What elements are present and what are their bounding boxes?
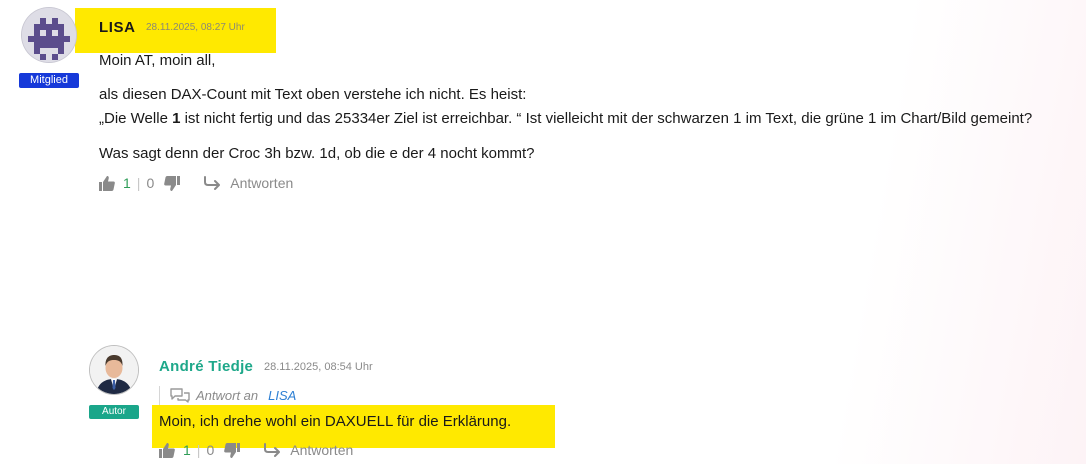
- comment-date: 28.11.2025, 08:27 Uhr: [146, 22, 245, 33]
- author-badge: Autor: [89, 405, 139, 419]
- reply-text: Moin, ich drehe wohl ein DAXUELL für die…: [159, 413, 512, 430]
- quote-text: „Die Welle: [99, 110, 173, 127]
- member-badge: Mitglied: [19, 73, 79, 88]
- reply-label: Antworten: [230, 175, 294, 191]
- reply-arrow-icon: [264, 443, 281, 457]
- comment-line: als diesen DAX-Count mit Text oben verst…: [99, 86, 527, 103]
- downvote-count: 0: [146, 175, 155, 191]
- reply-author[interactable]: André Tiedje: [159, 358, 253, 375]
- reply-to-user-link[interactable]: LISA: [268, 388, 296, 403]
- comment-question: Was sagt denn der Croc 3h bzw. 1d, ob di…: [99, 145, 535, 162]
- avatar[interactable]: [22, 8, 76, 62]
- comment-quote: „Die Welle 1 ist nicht fertig und das 25…: [99, 110, 1032, 127]
- thumbs-up-icon[interactable]: [99, 175, 115, 191]
- comment-greeting: Moin AT, moin all,: [99, 52, 216, 69]
- downvote-count: 0: [206, 442, 215, 458]
- vote-divider: |: [196, 442, 201, 458]
- vote-divider: |: [136, 175, 141, 191]
- reply-label: Antworten: [290, 442, 354, 458]
- chat-bubbles-icon: [170, 388, 190, 403]
- comment-author[interactable]: LISA: [99, 19, 136, 36]
- thumbs-down-icon[interactable]: [164, 175, 181, 191]
- quote-text: ist nicht fertig und das 25334er Ziel is…: [180, 110, 1033, 127]
- avatar[interactable]: [90, 346, 138, 394]
- comment-actions: 1 | 0 Antworten: [99, 175, 293, 191]
- reply-actions: 1 | 0 Antworten: [159, 442, 353, 458]
- thumbs-up-icon[interactable]: [159, 442, 175, 458]
- reply-date: 28.11.2025, 08:54 Uhr: [264, 361, 373, 373]
- reply-arrow-icon: [204, 176, 221, 190]
- pixel-invader-avatar-icon: [22, 8, 76, 62]
- reply-button[interactable]: Antworten: [264, 442, 353, 458]
- portrait-avatar-icon: [90, 346, 138, 394]
- reply-thread-line: [159, 386, 160, 406]
- reply-to-reference: Antwort an LISA: [170, 388, 296, 403]
- upvote-count: 1: [123, 175, 131, 191]
- upvote-count: 1: [183, 442, 191, 458]
- reply-button[interactable]: Antworten: [204, 175, 293, 191]
- thumbs-down-icon[interactable]: [224, 442, 241, 458]
- reply-to-label: Antwort an: [196, 388, 259, 403]
